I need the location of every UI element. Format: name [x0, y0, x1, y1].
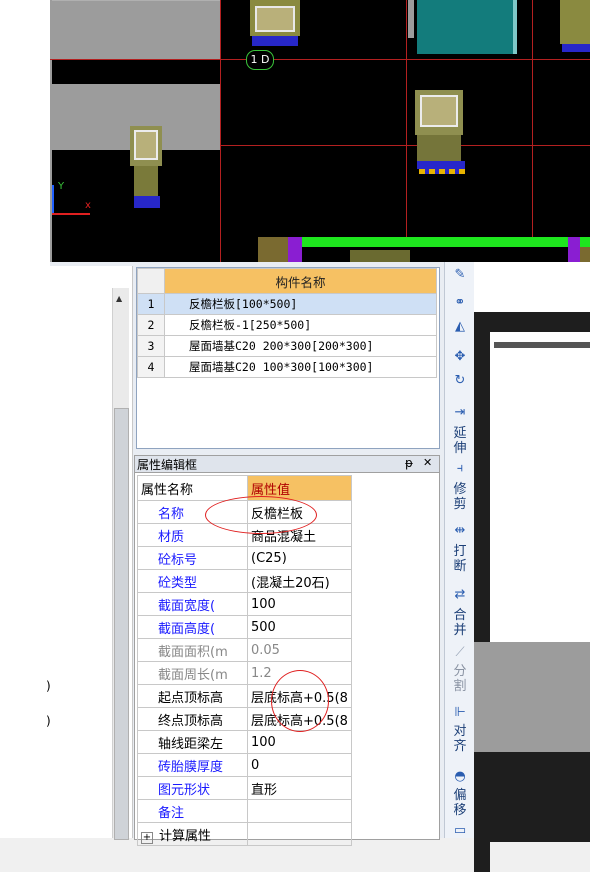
list-item[interactable]: 3 屋面墙基C20 200*300[200*300]	[137, 335, 437, 357]
copy-icon[interactable]: ⚭	[452, 296, 468, 310]
align-button[interactable]: 对齐	[450, 724, 470, 754]
component-name-header: 构件名称	[164, 268, 437, 294]
extend-button[interactable]: 延伸	[450, 426, 470, 456]
trim-icon[interactable]: ⫞	[452, 462, 468, 476]
table-row[interactable]: 砼标号 (C25)	[137, 546, 352, 570]
table-row[interactable]: 图元形状 直形	[137, 776, 352, 800]
annotation-circle	[205, 496, 317, 534]
rotate-icon[interactable]: ↻	[452, 374, 468, 388]
scroll-up-icon[interactable]: ▲	[116, 294, 122, 303]
split-button: 分割	[453, 664, 467, 694]
scrollbar[interactable]: ▲	[112, 288, 129, 840]
table-row[interactable]: 截面高度(500	[137, 615, 352, 639]
property-value: 0.05	[247, 638, 352, 662]
pin-icon[interactable]: ᵽ	[405, 456, 413, 470]
left-panel: ) )	[0, 0, 51, 838]
property-value[interactable]: 100	[247, 730, 352, 754]
document-icon[interactable]: ▭	[452, 824, 468, 838]
break-icon[interactable]: ⇹	[452, 524, 468, 538]
right-viewport	[474, 262, 590, 872]
index-header	[137, 268, 165, 294]
list-item[interactable]: 1 反檐栏板[100*500]	[137, 293, 437, 315]
mirror-icon[interactable]: ◭	[452, 320, 468, 334]
extend-icon[interactable]: ⇥	[452, 406, 468, 420]
annotation-circle	[271, 670, 329, 732]
offset-button[interactable]: 偏移	[450, 788, 470, 818]
property-editor-header: 属性编辑框 ᵽ ✕	[135, 456, 439, 473]
property-value[interactable]: (混凝土20石)	[247, 569, 352, 593]
property-value[interactable]: (C25)	[247, 546, 352, 570]
offset-icon[interactable]: ◓	[452, 770, 468, 784]
table-row[interactable]: 备注	[137, 799, 352, 823]
table-row[interactable]: 截面面积(m 0.05	[137, 638, 352, 662]
table-row[interactable]: 砖胎膜厚度 0	[137, 753, 352, 777]
property-editor: 属性编辑框 ᵽ ✕ 属性名称 属性值 名称 反檐栏板 材质 商品混凝土 砼标号 (C2…	[134, 455, 440, 846]
component-list: 构件名称 1 反檐栏板[100*500] 2 反檐栏板-1[250*500] 3…	[136, 267, 440, 449]
list-item[interactable]: 2 反檐栏板-1[250*500]	[137, 314, 437, 336]
trim-button[interactable]: 修剪	[450, 482, 470, 512]
table-row[interactable]: 截面宽度(100	[137, 592, 352, 616]
move-icon[interactable]: ✥	[452, 350, 468, 364]
property-name-header: 属性名称	[137, 475, 248, 501]
cad-viewport[interactable]: 1 D Y x	[50, 0, 590, 262]
grid-axis-label: 1 D	[246, 50, 274, 70]
list-item[interactable]: 4 屋面墙基C20 100*300[100*300]	[137, 356, 437, 378]
edit-toolbar: ✎ ⚭ ◭ ✥ ↻ ⇥ 延伸 ⫞ 修剪 ⇹ 打断 ⇄ 合并 ⟋ 分割 ⊩ 对齐 …	[444, 262, 475, 838]
split-icon: ⟋	[455, 645, 465, 660]
property-value[interactable]: 500	[247, 615, 352, 639]
property-value[interactable]: 100	[247, 592, 352, 616]
break-button[interactable]: 打断	[450, 544, 470, 574]
property-value[interactable]: 直形	[247, 776, 352, 800]
property-editor-title: 属性编辑框	[137, 458, 198, 472]
brush-icon[interactable]: ✎	[452, 268, 468, 282]
property-value[interactable]: 0	[247, 753, 352, 777]
close-icon[interactable]: ✕	[423, 456, 432, 469]
table-row[interactable]: + 计算属性	[137, 822, 352, 846]
scroll-thumb[interactable]	[114, 408, 129, 840]
property-value[interactable]	[247, 799, 352, 823]
merge-icon[interactable]: ⇄	[452, 588, 468, 602]
table-row[interactable]: 砼类型 (混凝土20石)	[137, 569, 352, 593]
table-row[interactable]: 轴线距梁左 100	[137, 730, 352, 754]
merge-button[interactable]: 合并	[450, 608, 470, 638]
align-icon[interactable]: ⊩	[452, 706, 468, 720]
